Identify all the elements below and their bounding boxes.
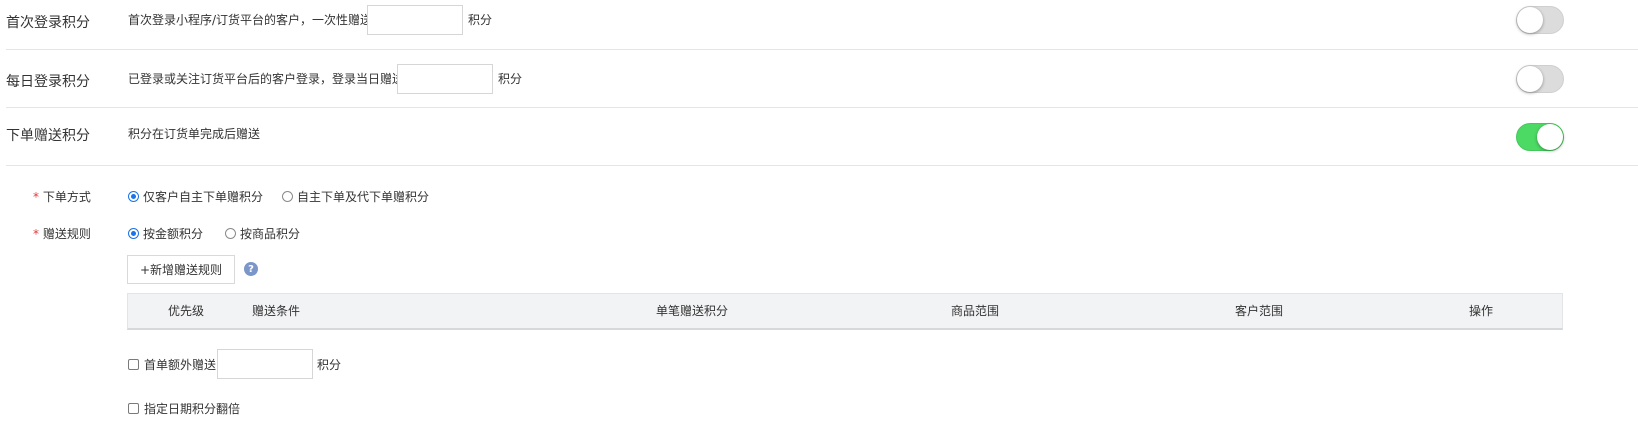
first-login-points-input[interactable] bbox=[367, 5, 463, 35]
toggle-knob bbox=[1517, 7, 1543, 33]
column-product-scope: 商品范围 bbox=[951, 304, 1000, 318]
first-login-desc: 首次登录小程序/订货平台的客户，一次性赠送 bbox=[128, 13, 373, 27]
daily-login-toggle[interactable] bbox=[1516, 65, 1564, 93]
radio-label: 按商品积分 bbox=[240, 227, 301, 241]
toggle-knob bbox=[1517, 66, 1543, 92]
radio-unchecked-icon[interactable] bbox=[282, 191, 293, 202]
daily-login-unit: 积分 bbox=[498, 72, 523, 86]
radio-label: 按金额积分 bbox=[143, 227, 204, 241]
order-method-label-text: 下单方式 bbox=[42, 190, 91, 204]
checkbox-icon[interactable] bbox=[128, 359, 139, 370]
reward-rule-label: * 赠送规则 bbox=[33, 225, 91, 242]
first-login-unit: 积分 bbox=[468, 13, 493, 27]
first-order-extra-unit: 积分 bbox=[317, 358, 342, 372]
order-method-option-all[interactable]: 自主下单及代下单赠积分 bbox=[282, 188, 429, 205]
add-reward-rule-button[interactable]: +新增赠送规则 bbox=[127, 255, 235, 284]
column-customer-scope: 客户范围 bbox=[1235, 304, 1284, 318]
first-order-extra-checkbox[interactable]: 首单额外赠送 bbox=[128, 356, 216, 373]
divider bbox=[6, 165, 1638, 166]
checkbox-icon[interactable] bbox=[128, 403, 139, 414]
first-login-toggle[interactable] bbox=[1516, 6, 1564, 34]
first-login-label: 首次登录积分 bbox=[6, 15, 90, 31]
help-icon[interactable]: ? bbox=[244, 262, 258, 276]
required-mark: * bbox=[33, 190, 39, 204]
order-reward-toggle[interactable] bbox=[1516, 123, 1564, 151]
daily-login-points-input[interactable] bbox=[397, 64, 493, 94]
daily-login-label: 每日登录积分 bbox=[6, 74, 90, 90]
reward-rule-label-text: 赠送规则 bbox=[42, 227, 91, 241]
order-method-option-self[interactable]: 仅客户自主下单赠积分 bbox=[128, 188, 263, 205]
radio-checked-icon[interactable] bbox=[128, 191, 139, 202]
required-mark: * bbox=[33, 227, 39, 241]
checkbox-label: 指定日期积分翻倍 bbox=[144, 402, 241, 416]
reward-rule-option-product[interactable]: 按商品积分 bbox=[225, 225, 300, 242]
column-points-per-order: 单笔赠送积分 bbox=[656, 304, 729, 318]
toggle-knob bbox=[1537, 124, 1563, 150]
order-reward-label: 下单赠送积分 bbox=[6, 128, 90, 144]
reward-rule-option-amount[interactable]: 按金额积分 bbox=[128, 225, 203, 242]
order-reward-desc: 积分在订货单完成后赠送 bbox=[128, 127, 261, 141]
column-priority: 优先级 bbox=[168, 304, 205, 318]
radio-label: 仅客户自主下单赠积分 bbox=[143, 190, 264, 204]
daily-login-desc: 已登录或关注订货平台后的客户登录，登录当日赠送 bbox=[128, 72, 405, 86]
column-actions: 操作 bbox=[1469, 304, 1494, 318]
divider bbox=[6, 107, 1638, 108]
order-method-label: * 下单方式 bbox=[33, 188, 91, 205]
divider bbox=[6, 49, 1638, 50]
radio-checked-icon[interactable] bbox=[128, 228, 139, 239]
rules-table-header: 优先级 赠送条件 单笔赠送积分 商品范围 客户范围 操作 bbox=[127, 293, 1563, 330]
date-double-checkbox[interactable]: 指定日期积分翻倍 bbox=[128, 400, 240, 417]
radio-unchecked-icon[interactable] bbox=[225, 228, 236, 239]
radio-label: 自主下单及代下单赠积分 bbox=[297, 190, 430, 204]
first-order-extra-input[interactable] bbox=[217, 349, 313, 379]
checkbox-label: 首单额外赠送 bbox=[144, 358, 217, 372]
column-condition: 赠送条件 bbox=[252, 304, 301, 318]
